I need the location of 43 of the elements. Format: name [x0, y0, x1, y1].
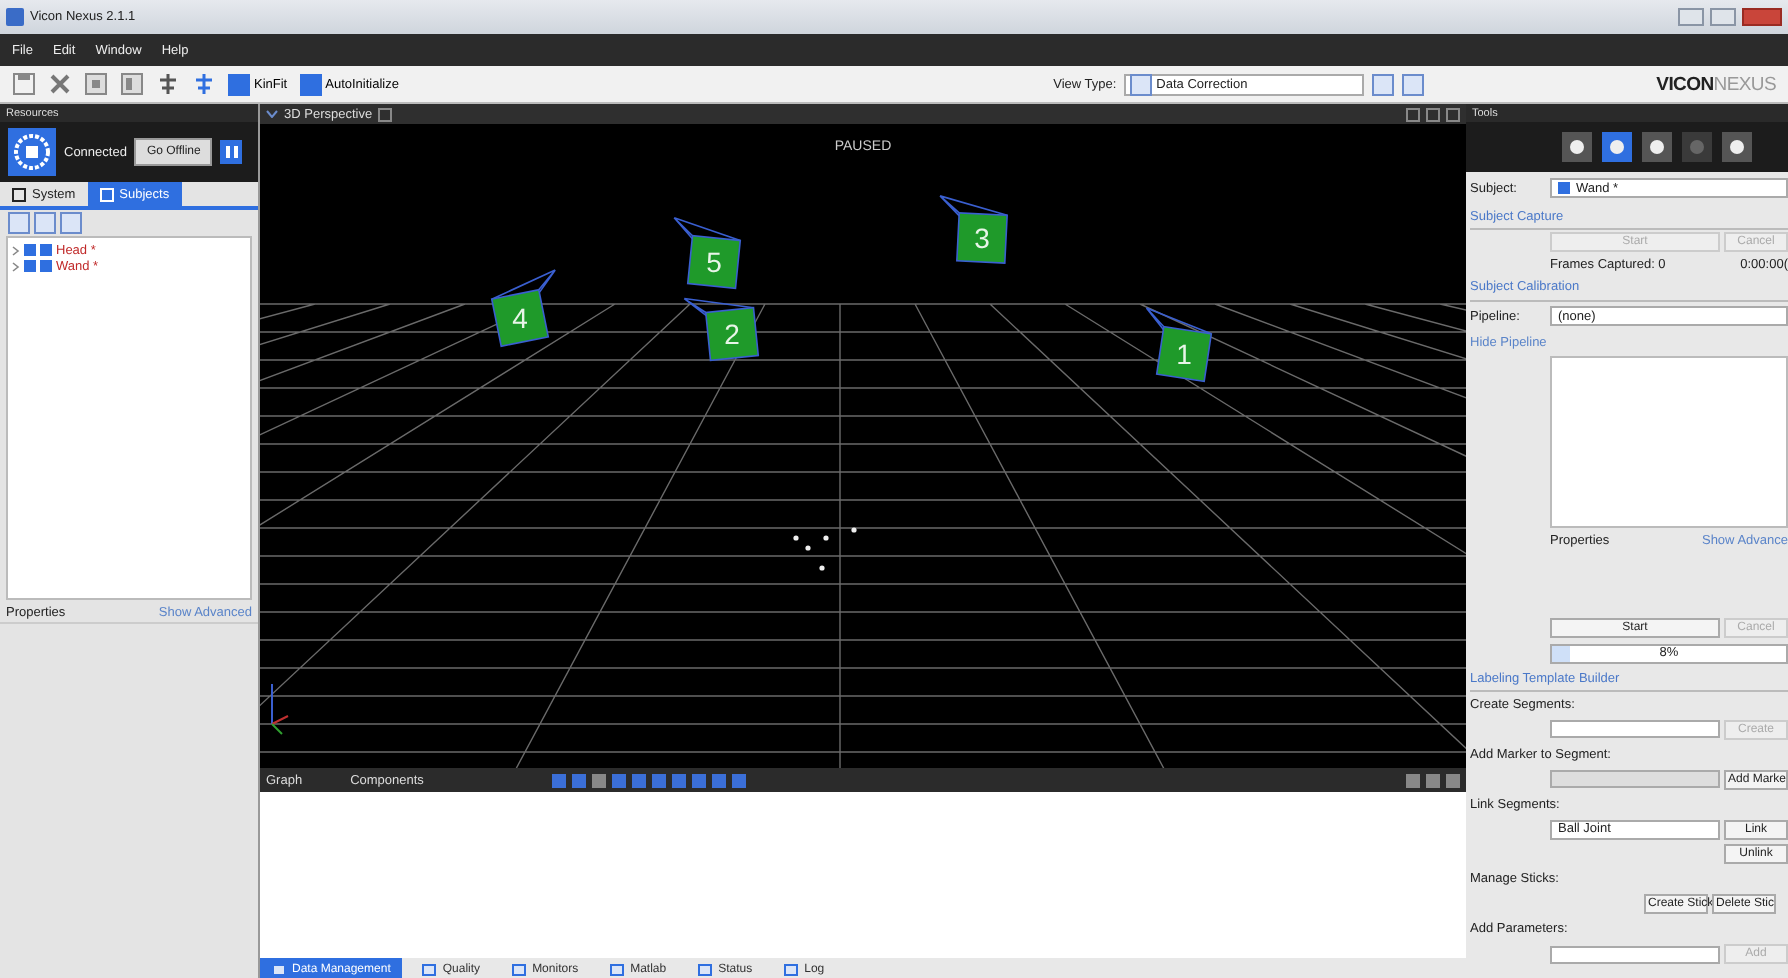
camera-icon[interactable] — [1145, 307, 1213, 383]
connection-icon — [8, 128, 56, 176]
tool-tab[interactable] — [1722, 132, 1752, 162]
parameter-input-field[interactable] — [1550, 945, 1720, 964]
camera-icon[interactable] — [939, 195, 1008, 264]
close-icon[interactable] — [48, 72, 72, 96]
save-icon[interactable] — [12, 72, 36, 96]
tool-tab[interactable] — [1562, 132, 1592, 162]
close-icon[interactable] — [1446, 107, 1460, 121]
camera-number: 5 — [706, 246, 722, 278]
close-icon[interactable] — [1446, 773, 1460, 787]
marker-input-field[interactable] — [1550, 770, 1720, 789]
document-icon[interactable] — [120, 72, 144, 96]
logo: VICONNEXUS — [1656, 73, 1776, 95]
tool-icon[interactable] — [8, 212, 30, 234]
camera-icon[interactable] — [683, 297, 760, 362]
view-option-icon[interactable] — [378, 107, 393, 121]
document-icon[interactable] — [84, 72, 108, 96]
axes-icon — [271, 683, 289, 735]
checkbox[interactable] — [24, 260, 36, 272]
maximize-button[interactable] — [1710, 8, 1736, 26]
tool-tab[interactable] — [1642, 132, 1672, 162]
marker-dot — [793, 535, 799, 541]
checkbox[interactable] — [24, 244, 36, 256]
tool-tab[interactable] — [1602, 132, 1632, 162]
caret-icon[interactable] — [266, 110, 278, 118]
camera-icon[interactable] — [490, 269, 557, 348]
marker-dot — [805, 545, 811, 551]
app-icon — [6, 8, 24, 26]
segment-input-field[interactable] — [1550, 720, 1720, 739]
close-button[interactable] — [1742, 8, 1782, 26]
camera-number: 2 — [724, 318, 740, 350]
tool-icon[interactable] — [60, 212, 82, 234]
marker-dot — [823, 535, 829, 541]
minimize-button[interactable] — [1678, 8, 1704, 26]
tool-icon[interactable] — [34, 212, 56, 234]
marker-dot — [819, 565, 825, 571]
marker-dot — [851, 527, 857, 533]
camera-number: 3 — [974, 222, 990, 254]
pause-button[interactable] — [220, 140, 243, 164]
camera-number: 1 — [1176, 338, 1192, 370]
camera-number: 4 — [512, 302, 528, 334]
camera-icon[interactable] — [673, 217, 742, 290]
